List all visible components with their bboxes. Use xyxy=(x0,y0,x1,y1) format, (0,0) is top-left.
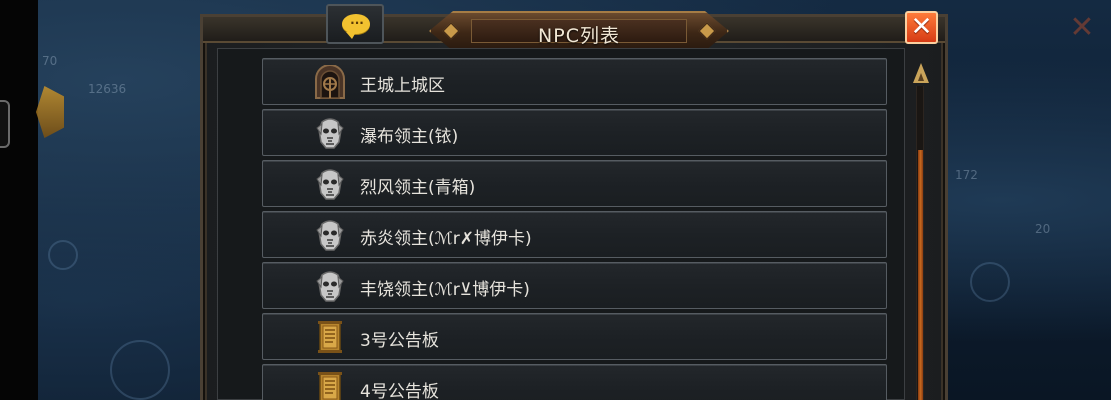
npc-name: 丰饶领主(ℳr⊻博伊卡) xyxy=(360,280,530,300)
background-text: 172 xyxy=(955,168,978,182)
scroll-up-arrow-inner xyxy=(918,73,924,81)
background-round-button xyxy=(970,262,1010,302)
npc-name: 王城上城区 xyxy=(360,76,445,96)
npc-row-waterfall-lord[interactable]: 瀑布领主(铱) xyxy=(262,109,887,156)
left-side-tab[interactable] xyxy=(0,100,10,148)
chat-dots-icon: ··· xyxy=(350,16,364,30)
skull-mask-icon xyxy=(316,271,344,302)
skull-mask-icon xyxy=(316,118,344,149)
npc-row-harvest-lord[interactable]: 丰饶领主(ℳr⊻博伊卡) xyxy=(262,262,887,309)
npc-name: 瀑布领主(铱) xyxy=(360,127,459,147)
background-round-button xyxy=(48,240,78,270)
npc-name: 3号公告板 xyxy=(360,331,439,351)
chat-bubble-icon: ··· xyxy=(342,14,370,39)
left-edge-bar xyxy=(0,0,38,400)
dialog-title: NPC列表 xyxy=(538,25,620,47)
npc-name: 赤炎领主(ℳr✗博伊卡) xyxy=(360,229,532,249)
background-text: 70 xyxy=(42,54,58,68)
background-text: 12636 xyxy=(88,82,127,96)
npc-name: 4号公告板 xyxy=(360,382,439,400)
background-round-button xyxy=(110,340,170,400)
background-close-icon: ✕ xyxy=(1069,10,1095,45)
npc-row-notice-board-3[interactable]: 3号公告板 xyxy=(262,313,887,360)
npc-name: 烈风领主(青箱) xyxy=(360,178,476,198)
notice-board-icon xyxy=(318,321,342,353)
skull-mask-icon xyxy=(316,220,344,251)
skull-mask-icon xyxy=(316,169,344,200)
npc-row-notice-board-4[interactable]: 4号公告板 xyxy=(262,364,887,400)
background-text: 20 xyxy=(1035,222,1051,236)
scrollbar-thumb[interactable] xyxy=(918,150,923,400)
npc-row-gale-lord[interactable]: 烈风领主(青箱) xyxy=(262,160,887,207)
title-plate: NPC列表 xyxy=(429,11,729,51)
npc-list: 王城上城区 瀑布领主(铱) 烈风领主(青箱) 赤炎领主(ℳr✗博伊卡) 丰饶领主… xyxy=(262,58,887,400)
npc-row-royal-upper-district[interactable]: 王城上城区 xyxy=(262,58,887,105)
notice-board-icon xyxy=(318,372,342,400)
gate-icon xyxy=(315,65,345,99)
npc-row-flame-lord[interactable]: 赤炎领主(ℳr✗博伊卡) xyxy=(262,211,887,258)
chat-button[interactable]: ··· xyxy=(326,4,384,44)
close-button[interactable]: ✕ xyxy=(905,11,938,44)
